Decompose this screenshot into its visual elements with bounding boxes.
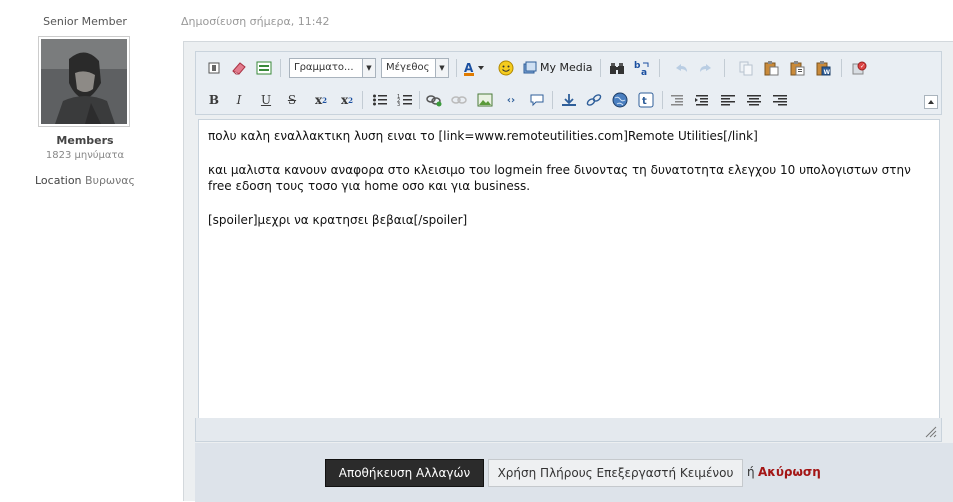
remove-format-icon[interactable] (204, 58, 224, 78)
location-value: Βυρωνας (85, 174, 135, 187)
message-line-2: και μαλιστα κανουν αναφορα στο κλεισιμο … (208, 163, 911, 193)
avatar[interactable] (38, 36, 130, 127)
svg-text:W: W (824, 69, 831, 76)
quote-icon[interactable] (527, 90, 547, 110)
toolbar-row-2: B I U S x2 x2 123 ‹› t (196, 86, 941, 114)
quick-edit-editor: Γραμματο... ▼ Μέγεθος ▼ A My Media b a W… (183, 41, 953, 502)
smiley-icon[interactable] (496, 58, 516, 78)
indent-icon[interactable] (692, 90, 712, 110)
attach-icon[interactable] (584, 90, 604, 110)
eraser-icon[interactable] (229, 58, 249, 78)
superscript-marker: 2 (348, 95, 354, 105)
font-select-value: Γραμματο... (294, 62, 354, 73)
paste-word-icon[interactable]: W (813, 58, 833, 78)
ordered-list-icon[interactable]: 123 (395, 90, 415, 110)
spellcheck-icon[interactable]: ✓ (849, 58, 869, 78)
message-textarea[interactable]: πολυ καλη εναλλακτικη λυση ειναι το [lin… (198, 119, 940, 419)
undo-icon[interactable] (671, 58, 691, 78)
svg-text:A: A (464, 61, 474, 75)
full-editor-button[interactable]: Χρήση Πλήρους Επεξεργαστή Κειμένου (488, 459, 743, 487)
post-date: Δημοσίευση σήμερα, 11:42 (181, 15, 330, 28)
link-icon[interactable] (424, 90, 444, 110)
size-select[interactable]: Μέγεθος ▼ (381, 58, 449, 78)
svg-text:✓: ✓ (860, 63, 865, 70)
subscript-label: x (314, 93, 323, 107)
resize-handle-icon[interactable] (925, 426, 937, 438)
superscript-label: x (340, 93, 349, 107)
copy-icon[interactable] (736, 58, 756, 78)
user-rank: Senior Member (43, 15, 127, 28)
italic-icon[interactable]: I (229, 90, 249, 110)
svg-text:a: a (641, 68, 647, 76)
underline-icon[interactable]: U (256, 90, 276, 110)
user-panel: Senior Member Members 1823 μηνύματα Loca… (0, 0, 170, 501)
collapse-icon[interactable] (924, 95, 938, 109)
code-icon[interactable]: ‹› (501, 90, 521, 110)
globe-icon[interactable] (610, 90, 630, 110)
twitter-icon[interactable]: t (636, 90, 656, 110)
message-line-3: [spoiler]μεχρι να κρατησει βεβαια[/spoil… (208, 213, 468, 227)
align-right-icon[interactable] (770, 90, 790, 110)
outdent-icon[interactable] (667, 90, 687, 110)
superscript-icon[interactable]: x2 (337, 90, 357, 110)
subscript-marker: 2 (322, 95, 328, 105)
align-center-icon[interactable] (744, 90, 764, 110)
paste-icon[interactable] (761, 58, 781, 78)
subscript-icon[interactable]: x2 (311, 90, 331, 110)
message-line-1: πολυ καλη εναλλακτικη λυση ειναι το [lin… (208, 129, 758, 143)
chevron-down-icon: ▼ (362, 59, 375, 77)
cancel-link[interactable]: Ακύρωση (758, 465, 821, 479)
user-name[interactable]: Members (0, 134, 170, 147)
size-select-value: Μέγεθος (386, 62, 430, 73)
image-icon[interactable] (475, 90, 495, 110)
unlink-icon[interactable] (449, 90, 469, 110)
editor-actions: Αποθήκευση Αλλαγών Χρήση Πλήρους Επεξεργ… (195, 443, 953, 502)
user-post-count: 1823 μηνύματα (45, 150, 125, 161)
svg-text:3: 3 (397, 102, 400, 107)
unordered-list-icon[interactable] (370, 90, 390, 110)
find-icon[interactable] (607, 58, 627, 78)
svg-text:t: t (642, 96, 647, 107)
strikethrough-icon[interactable]: S (282, 90, 302, 110)
align-left-icon[interactable] (718, 90, 738, 110)
my-media-label: My Media (540, 61, 593, 74)
avatar-image (41, 39, 127, 124)
my-media-icon (523, 61, 537, 74)
toggle-source-icon[interactable] (254, 58, 274, 78)
paste-text-icon[interactable] (787, 58, 807, 78)
location-label: Location (35, 174, 82, 187)
user-location: Location Βυρωνας (0, 174, 170, 187)
svg-text:b: b (634, 61, 641, 71)
editor-toolbar: Γραμματο... ▼ Μέγεθος ▼ A My Media b a W… (195, 51, 942, 115)
download-icon[interactable] (559, 90, 579, 110)
font-select[interactable]: Γραμματο... ▼ (289, 58, 376, 78)
replace-icon[interactable]: ba (632, 58, 652, 78)
redo-icon[interactable] (696, 58, 716, 78)
chevron-down-icon: ▼ (435, 59, 448, 77)
font-color-icon[interactable]: A (462, 58, 488, 78)
my-media-button[interactable]: My Media (523, 58, 593, 78)
bold-icon[interactable]: B (204, 90, 224, 110)
editor-resize-bar (195, 418, 942, 442)
save-changes-button[interactable]: Αποθήκευση Αλλαγών (325, 459, 484, 487)
or-text: ή (747, 465, 755, 479)
toolbar-row-1: Γραμματο... ▼ Μέγεθος ▼ A My Media b a W… (196, 54, 941, 82)
